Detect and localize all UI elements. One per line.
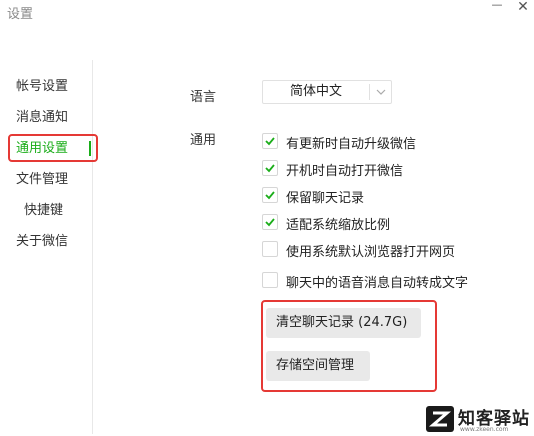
- language-select[interactable]: 简体中文: [262, 80, 392, 104]
- sidebar: 帐号设置 消息通知 通用设置 文件管理 快捷键 关于微信: [0, 62, 96, 434]
- option-auto-start[interactable]: 开机时自动打开微信: [262, 158, 462, 180]
- sidebar-item-shortcuts[interactable]: 快捷键: [0, 196, 92, 226]
- option-label: 聊天中的语音消息自动转成文字: [286, 276, 469, 291]
- sidebar-item-label: 文件管理: [16, 172, 69, 187]
- highlight-box-buttons: [261, 300, 437, 392]
- sidebar-item-account[interactable]: 帐号设置: [0, 72, 92, 102]
- option-label: 有更新时自动升级微信: [286, 137, 417, 152]
- title-bar: 设置 — ✕: [0, 0, 534, 28]
- option-auto-update[interactable]: 有更新时自动升级微信: [262, 131, 462, 153]
- checkbox[interactable]: [262, 214, 278, 230]
- option-voice-to-text[interactable]: 聊天中的语音消息自动转成文字: [262, 270, 502, 292]
- checkbox[interactable]: [262, 187, 278, 203]
- watermark-logo: 知客驿站 www.zkeen.com: [426, 404, 534, 434]
- chevron-down-icon[interactable]: [371, 83, 391, 101]
- checkbox[interactable]: [262, 272, 278, 288]
- sidebar-item-label: 关于微信: [16, 234, 69, 249]
- checkbox[interactable]: [262, 160, 278, 176]
- z-logo-icon: [426, 406, 454, 432]
- option-system-scaling[interactable]: 适配系统缩放比例: [262, 212, 462, 234]
- sidebar-item-about[interactable]: 关于微信: [0, 227, 92, 257]
- general-label: 通用: [190, 133, 217, 148]
- close-icon[interactable]: ✕: [512, 0, 534, 15]
- sidebar-item-label: 帐号设置: [16, 79, 69, 94]
- sidebar-item-notifications[interactable]: 消息通知: [0, 103, 92, 133]
- sidebar-item-files[interactable]: 文件管理: [0, 165, 92, 195]
- checkbox[interactable]: [262, 133, 278, 149]
- window-title: 设置: [7, 7, 34, 22]
- sidebar-item-label: 快捷键: [24, 203, 64, 218]
- highlight-box-general: [8, 134, 98, 162]
- option-default-browser[interactable]: 使用系统默认浏览器打开网页: [262, 239, 502, 261]
- watermark-url: www.zkeen.com: [460, 426, 509, 433]
- option-label: 开机时自动打开微信: [286, 164, 404, 179]
- language-label: 语言: [190, 90, 217, 105]
- option-keep-chat-history[interactable]: 保留聊天记录: [262, 185, 462, 207]
- minimize-icon[interactable]: —: [486, 0, 508, 14]
- option-label: 使用系统默认浏览器打开网页: [286, 245, 456, 260]
- option-label: 适配系统缩放比例: [286, 218, 391, 233]
- sidebar-item-label: 消息通知: [16, 110, 69, 125]
- checkbox[interactable]: [262, 241, 278, 257]
- language-value: 简体中文: [289, 84, 342, 99]
- option-label: 保留聊天记录: [286, 191, 365, 206]
- select-separator: [369, 84, 370, 100]
